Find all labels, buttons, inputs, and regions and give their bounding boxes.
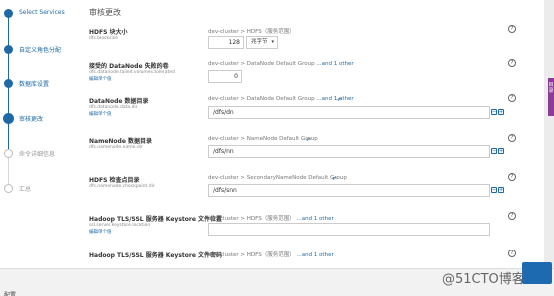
property-row-blocksize: HDFS 块大小 dfs.blocksize dev-cluster > HDF…: [80, 25, 544, 49]
property-name: DataNode 数据目录: [89, 98, 149, 105]
step-label: Select Services: [19, 9, 65, 16]
remove-icon[interactable]: −: [491, 109, 497, 115]
and-others-link[interactable]: ...and 1 other: [296, 216, 333, 222]
scope-text: dev-cluster > DataNode Default Group: [208, 96, 315, 102]
property-row-namenode-dir: NameNode 数据目录 dfs.namenode.name.dir dev-…: [80, 134, 544, 158]
blocksize-unit-select[interactable]: 兆字节 ▾: [246, 36, 278, 49]
step-label: 审核更改: [19, 116, 44, 123]
edit-individual-values-link[interactable]: 编辑单个值: [89, 111, 112, 117]
watermark: @51CTO博客: [442, 272, 525, 287]
help-icon[interactable]: ?: [508, 173, 516, 181]
property-name: HDFS 块大小: [89, 29, 128, 36]
property-row-checkpoint-dir: HDFS 检查点目录 dfs.namenode.checkpoint.dir d…: [80, 173, 544, 197]
page-scrollbar[interactable]: [544, 0, 554, 268]
bottom-label: 配置: [4, 292, 17, 296]
property-scope: dev-cluster > HDFS（服务范围） ...and 1 other: [208, 214, 334, 222]
unit-select-value: 兆字节: [251, 39, 268, 45]
step-pending-icon: [4, 184, 13, 193]
step-label: 数据库设置: [19, 81, 50, 88]
add-icon[interactable]: +: [498, 109, 504, 115]
property-name: Hadoop TLS/SSL 服务器 Keystore 文件密码: [89, 252, 222, 259]
step-label: 命令详细信息: [19, 151, 56, 158]
property-scope: dev-cluster > DataNode Default Group ...…: [208, 96, 354, 102]
step-summary: 汇总: [0, 180, 80, 200]
property-key: ssl.server.keystore.location: [89, 223, 151, 228]
side-tab[interactable]: 目录: [548, 78, 554, 116]
chevron-down-icon: ▾: [271, 39, 274, 45]
help-icon[interactable]: ?: [508, 59, 516, 67]
datanode-dir-input[interactable]: [208, 106, 490, 119]
property-key: dfs.namenode.checkpoint.dir: [89, 184, 155, 189]
property-name: HDFS 检查点目录: [89, 177, 140, 184]
namenode-dir-input[interactable]: [208, 145, 490, 158]
help-icon[interactable]: ?: [508, 25, 516, 33]
review-changes-panel: 审核更改 HDFS 块大小 dfs.blocksize dev-cluster …: [80, 0, 544, 268]
scope-text: dev-cluster > NameNode Default Group: [208, 136, 318, 142]
edit-individual-values-link[interactable]: 编辑单个值: [89, 229, 112, 235]
and-others-link[interactable]: ...and 1 other: [316, 61, 353, 67]
property-key: dfs.blocksize: [89, 36, 118, 41]
scope-text: dev-cluster > SecondaryNameNode Default …: [208, 175, 347, 181]
step-review-changes[interactable]: 审核更改: [0, 110, 80, 130]
property-key: dfs.datanode.failed.volumes.tolerated: [89, 70, 175, 75]
property-scope: dev-cluster > NameNode Default Group: [208, 136, 318, 142]
property-key: dfs.datanode.data.dir: [89, 105, 138, 110]
property-row-keystore-password: Hadoop TLS/SSL 服务器 Keystore 文件密码 dev-clu…: [80, 250, 544, 268]
remove-icon[interactable]: −: [491, 187, 497, 193]
step-label: 自定义角色分配: [19, 47, 62, 54]
property-row-datanode-dir: DataNode 数据目录 dfs.datanode.data.dir 编辑单个…: [80, 94, 544, 119]
property-name: NameNode 数据目录: [89, 138, 152, 145]
property-scope: dev-cluster > SecondaryNameNode Default …: [208, 175, 347, 181]
scope-text: dev-cluster > HDFS（服务范围）: [208, 29, 295, 35]
property-name: Hadoop TLS/SSL 服务器 Keystore 文件位置: [89, 216, 222, 223]
property-row-failed-volumes: 接受的 DataNode 失败的卷 dfs.datanode.failed.vo…: [80, 59, 544, 83]
checkpoint-dir-input[interactable]: [208, 184, 490, 197]
scope-text: dev-cluster > HDFS（服务范围）: [208, 216, 295, 222]
step-current-icon: [3, 113, 14, 124]
property-scope: dev-cluster > HDFS（服务范围）: [208, 27, 295, 35]
add-icon[interactable]: +: [498, 187, 504, 193]
edit-individual-values-link[interactable]: 编辑单个值: [89, 76, 112, 82]
help-icon[interactable]: ?: [508, 250, 516, 257]
help-icon[interactable]: ?: [508, 212, 516, 220]
scope-text: dev-cluster > DataNode Default Group: [208, 61, 315, 67]
step-done-icon: [4, 79, 13, 88]
property-scope: dev-cluster > DataNode Default Group ...…: [208, 61, 354, 67]
step-label: 汇总: [19, 186, 32, 193]
step-select-services[interactable]: Select Services: [0, 5, 80, 25]
property-name: 接受的 DataNode 失败的卷: [89, 63, 169, 70]
step-done-icon: [4, 45, 13, 54]
remove-icon[interactable]: −: [491, 148, 497, 154]
undo-icon[interactable]: ↶: [306, 137, 311, 144]
undo-icon[interactable]: ↶: [337, 97, 342, 104]
add-icon[interactable]: +: [498, 148, 504, 154]
undo-icon[interactable]: ↶: [332, 176, 337, 183]
property-key: dfs.namenode.name.dir: [89, 145, 143, 150]
help-icon[interactable]: ?: [508, 134, 516, 142]
wizard-steps: Select Services 自定义角色分配 数据库设置 审核更改 命令详细信…: [0, 0, 80, 268]
blocksize-input[interactable]: [208, 36, 244, 49]
property-row-keystore-location: Hadoop TLS/SSL 服务器 Keystore 文件位置 ssl.ser…: [80, 212, 544, 236]
help-icon[interactable]: ?: [508, 94, 516, 102]
scope-text: dev-cluster > HDFS（服务范围）: [208, 252, 295, 258]
continue-button[interactable]: [522, 262, 552, 284]
failed-volumes-input[interactable]: [208, 70, 242, 83]
keystore-location-input[interactable]: [208, 223, 490, 236]
page-title: 审核更改: [89, 8, 121, 17]
and-others-link[interactable]: ...and 1 other: [296, 252, 333, 258]
step-database-setup[interactable]: 数据库设置: [0, 75, 80, 95]
step-command-details: 命令详细信息: [0, 145, 80, 165]
step-role-assignment[interactable]: 自定义角色分配: [0, 41, 80, 61]
step-pending-icon: [4, 149, 13, 158]
and-others-link[interactable]: ...and 1 other: [316, 96, 353, 102]
step-done-icon: [4, 9, 13, 18]
property-scope: dev-cluster > HDFS（服务范围） ...and 1 other: [208, 250, 334, 258]
